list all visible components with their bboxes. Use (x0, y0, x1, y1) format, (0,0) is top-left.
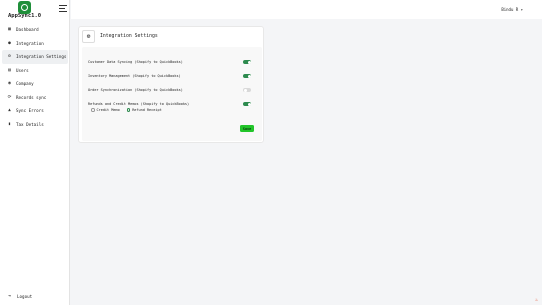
save-button[interactable]: Save (240, 125, 254, 132)
card-header: ⚙ Integration Settings (82, 30, 158, 43)
users-icon: ▤ (8, 67, 11, 73)
sidebar-item-company[interactable]: ◉ Company (2, 77, 68, 91)
sidebar-item-label: Company (16, 81, 34, 87)
radio-credit-memo[interactable]: Credit Memo (91, 108, 120, 112)
sidebar-item-integration[interactable]: ● Integration (2, 37, 68, 51)
radio-label: Credit Memo (96, 108, 120, 112)
sidebar-item-label: Integration Settings (16, 54, 67, 60)
sidebar-nav: ▦ Dashboard ● Integration ⚙ Integration … (2, 23, 68, 131)
menu-toggle-icon[interactable] (59, 5, 67, 12)
toggle-customer-sync[interactable] (243, 60, 251, 64)
radio-label: Refund Receipt (132, 108, 162, 112)
sidebar-item-label: Tax Details (16, 121, 44, 127)
sidebar-item-sync-errors[interactable]: ▲ Sync Errors (2, 104, 68, 118)
sidebar-item-records-sync[interactable]: ⟳ Records sync (2, 91, 68, 105)
flame-icon[interactable]: ♨ (535, 297, 538, 303)
gear-icon: ⚙ (82, 30, 95, 43)
setting-label-inventory: Inventory Management (Shopify to QuickBo… (88, 74, 181, 78)
logout-label: Logout (17, 294, 33, 299)
radio-refund-receipt[interactable]: Refund Receipt (126, 108, 162, 112)
toggle-order-sync[interactable] (243, 88, 251, 92)
sidebar-item-label: Users (16, 67, 29, 73)
warning-icon: ▲ (8, 108, 11, 114)
gear-icon: ⚙ (8, 54, 11, 60)
setting-label-customer-sync: Customer Data Syncing (Shopify to QuickB… (88, 60, 183, 64)
sidebar-item-label: Dashboard (16, 27, 39, 33)
setting-label-refunds: Refunds and Credit Memos (Shopify to Qui… (88, 102, 190, 106)
user-menu[interactable]: Bindu R (501, 7, 523, 12)
sidebar: AppSync1.0 ▦ Dashboard ● Integration ⚙ I… (0, 0, 70, 305)
grid-icon: ▦ (8, 27, 11, 33)
radio-circle[interactable] (126, 108, 131, 112)
sidebar-item-label: Integration (16, 40, 44, 46)
person-icon: ◉ (8, 81, 11, 87)
app-title: AppSync1.0 (8, 13, 42, 19)
document-icon: ▮ (8, 121, 11, 127)
radio-circle[interactable] (91, 108, 95, 112)
sync-icon: ⟳ (7, 94, 12, 100)
integration-settings-card: ⚙ Integration Settings Customer Data Syn… (78, 26, 264, 143)
sidebar-item-label: Records sync (16, 94, 47, 100)
pin-icon: ● (8, 40, 11, 46)
refund-type-radio-group: Credit Memo Refund Receipt (91, 108, 169, 112)
top-bar: Bindu R (71, 0, 542, 19)
toggle-refunds[interactable] (243, 102, 251, 106)
sidebar-item-label: Sync Errors (16, 108, 44, 114)
settings-form: Customer Data Syncing (Shopify to QuickB… (82, 47, 262, 141)
sidebar-item-dashboard[interactable]: ▦ Dashboard (2, 23, 68, 37)
setting-label-order-sync: Order Synchronization (Shopify to QuickB… (88, 88, 183, 92)
logout-icon: ⇥ (8, 294, 11, 299)
logout-button[interactable]: ⇥ Logout (7, 294, 32, 299)
toggle-inventory[interactable] (243, 74, 251, 78)
page-title: Integration Settings (100, 34, 158, 39)
sidebar-item-tax-details[interactable]: ▮ Tax Details (2, 118, 68, 132)
sidebar-item-integration-settings[interactable]: ⚙ Integration Settings (2, 50, 68, 64)
sidebar-item-users[interactable]: ▤ Users (2, 64, 68, 78)
